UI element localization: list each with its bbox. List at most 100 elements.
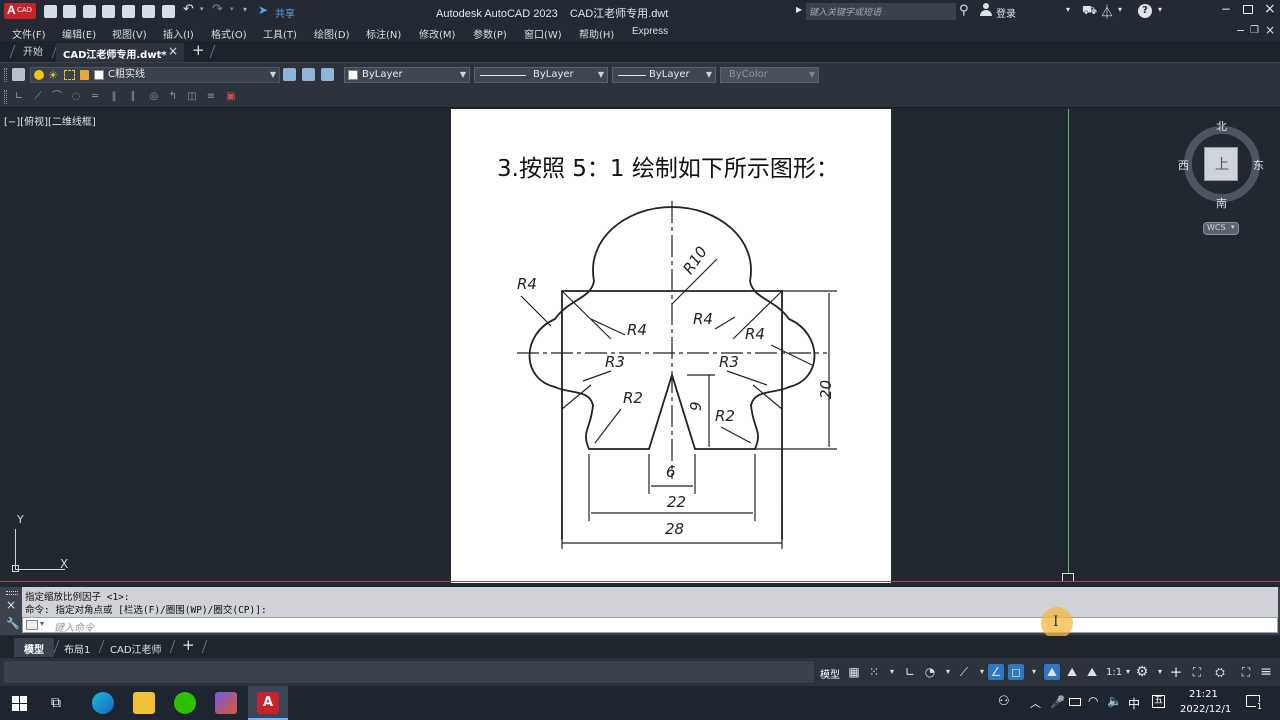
tab-layout1[interactable]: 布局1 — [64, 641, 90, 656]
workspace-gear-icon[interactable]: ⚙ — [1134, 664, 1150, 680]
plot-batch-icon[interactable] — [142, 5, 155, 18]
web-mobile-icon[interactable] — [122, 5, 135, 18]
layer-previous-icon[interactable] — [321, 68, 334, 81]
object-snap-icon[interactable]: ◻ — [1008, 664, 1024, 680]
doc-restore-icon[interactable]: ❐ — [1250, 25, 1259, 36]
viewport-label[interactable]: [−][俯视][二维线框] — [4, 113, 96, 128]
tab-close-icon[interactable]: × — [168, 44, 178, 58]
snap-dropdown-icon[interactable]: ▾ — [884, 664, 900, 680]
lock-icon[interactable]: ▣ — [225, 91, 237, 103]
cart-icon[interactable]: ⛟ — [1082, 3, 1097, 19]
snap-mode-icon[interactable]: ⁙ — [866, 664, 882, 680]
grid-icon[interactable]: ▦ — [846, 664, 862, 680]
command-input[interactable]: ▾ 键入命令 — [22, 617, 1278, 634]
autocad-taskbar-button[interactable]: A — [248, 686, 288, 720]
menu-format[interactable]: 格式(O) — [211, 26, 247, 41]
isodraft-icon[interactable]: ⟋ — [956, 664, 972, 680]
viewcube[interactable]: 上 北 南 西 东 — [1178, 118, 1264, 210]
clock-date[interactable]: 2022/12/1 — [1180, 704, 1231, 715]
compass-west[interactable]: 西 — [1178, 157, 1189, 173]
layer-dropdown[interactable]: ☀ C粗实线 ▼ — [30, 67, 280, 83]
user-icon[interactable] — [980, 3, 992, 16]
login-dropdown-icon[interactable]: ▾ — [1066, 5, 1070, 14]
tab-document[interactable]: CAD江老师专用.dwt* × — [56, 43, 184, 62]
volume-icon[interactable]: 🔈 — [1107, 694, 1122, 708]
layer-match-icon[interactable] — [302, 68, 315, 81]
units-icon[interactable]: ⛶ — [1189, 664, 1205, 680]
microphone-icon[interactable]: 🎤 — [1050, 695, 1065, 709]
wcs-menu[interactable]: WCS ▾ — [1203, 222, 1239, 235]
layer-properties-icon[interactable] — [12, 68, 25, 81]
object-snap-dropdown-icon[interactable]: ▾ — [1026, 664, 1042, 680]
save-as-icon[interactable] — [102, 5, 115, 18]
model-space-button[interactable]: 模型 — [820, 666, 840, 681]
polar-dropdown-icon[interactable]: ▾ — [940, 664, 956, 680]
parallel-icon[interactable]: ∥ — [127, 91, 139, 103]
new-tab-button[interactable]: + — [192, 41, 205, 59]
print-icon[interactable] — [162, 5, 175, 18]
clock-time[interactable]: 21:21 — [1189, 689, 1218, 700]
menu-window[interactable]: 窗口(W) — [524, 26, 562, 41]
tray-expand-icon[interactable]: ︿ — [1030, 695, 1041, 711]
save-icon[interactable] — [83, 5, 96, 18]
windows-start-icon[interactable] — [12, 696, 27, 711]
autodesk-app-icon[interactable]: ⏃ — [1100, 2, 1114, 22]
undo-icon[interactable]: ↶ — [183, 2, 194, 17]
help-icon[interactable]: ? — [1138, 4, 1152, 18]
annotation-monitor-icon[interactable]: + — [1168, 664, 1184, 680]
menu-draw[interactable]: 绘图(D) — [314, 26, 350, 41]
customize-status-icon[interactable]: ≡ — [1258, 664, 1274, 680]
annotation-visibility-icon[interactable]: ⛰ — [1044, 664, 1060, 680]
command-close-icon[interactable]: × — [6, 598, 16, 612]
object-snap-tracking-icon[interactable]: ∠ — [988, 664, 1004, 680]
search-input[interactable]: 键入关键字或短语 — [806, 3, 956, 20]
linetype-dropdown[interactable]: ByLayer ▼ — [474, 67, 608, 83]
menu-express[interactable]: Express — [632, 26, 668, 37]
help-dropdown-icon[interactable]: ▾ — [1158, 5, 1162, 14]
linear-dim-icon[interactable]: ∟ — [13, 91, 25, 103]
maximize-icon[interactable] — [1243, 5, 1253, 14]
battery-icon[interactable] — [1069, 698, 1081, 706]
minimize-icon[interactable]: − — [1221, 2, 1231, 16]
undo-dropdown-icon[interactable]: ▾ — [200, 5, 204, 13]
menu-tools[interactable]: 工具(T) — [263, 26, 297, 41]
annotation-scale-icon[interactable]: ⛰ — [1084, 664, 1100, 680]
redo-icon[interactable]: ↷ — [212, 2, 223, 17]
menu-dimension[interactable]: 标注(N) — [366, 26, 401, 41]
ortho-icon[interactable]: ∟ — [902, 664, 918, 680]
close-icon[interactable]: × — [1264, 1, 1276, 17]
open-file-icon[interactable] — [63, 5, 76, 18]
command-recent-icon[interactable] — [26, 620, 38, 630]
auto-scale-icon[interactable]: ⛰ — [1064, 664, 1080, 680]
file-explorer-icon[interactable] — [133, 692, 155, 714]
menu-file[interactable]: 文件(F) — [12, 26, 46, 41]
compass-north[interactable]: 北 — [1216, 118, 1227, 134]
ordinate-icon[interactable]: ◌ — [70, 91, 82, 103]
share-label[interactable]: 共享 — [275, 5, 295, 20]
color-dropdown[interactable]: ByLayer ▼ — [344, 67, 470, 83]
arc-length-icon[interactable]: ⌒ — [51, 91, 63, 103]
continue-icon[interactable]: ‖ — [108, 91, 120, 103]
drawing-canvas[interactable]: [−][俯视][二维线框] 3.按照 5：1 绘制如下所示图形： R4 R10 … — [0, 109, 1280, 587]
task-view-icon[interactable]: ⧉ — [51, 695, 61, 711]
reference-image[interactable]: 3.按照 5：1 绘制如下所示图形： R4 R10 R4 R4 R4 R3 R3… — [451, 109, 891, 583]
wechat-icon[interactable] — [174, 692, 196, 714]
tab-start[interactable]: 开始 — [15, 43, 51, 62]
isolate-objects-icon[interactable]: ⛭ — [1212, 664, 1228, 680]
compass-east[interactable]: 东 — [1253, 157, 1264, 173]
ime-language[interactable]: 中 — [1128, 695, 1140, 712]
menu-insert[interactable]: 插入(I) — [163, 26, 194, 41]
app-dropdown-icon[interactable]: ▾ — [1118, 5, 1122, 14]
menu-help[interactable]: 帮助(H) — [579, 26, 614, 41]
insert-icon[interactable]: ≡ — [205, 91, 217, 103]
search-expand-icon[interactable]: ▶ — [796, 5, 802, 14]
wifi-icon[interactable]: ◠ — [1088, 694, 1098, 708]
menu-view[interactable]: 视图(V) — [112, 26, 147, 41]
polar-icon[interactable]: ◔ — [922, 664, 938, 680]
photos-app-icon[interactable] — [215, 692, 237, 714]
share-icon[interactable]: ➤ — [258, 3, 268, 17]
add-layout-button[interactable]: + — [182, 636, 195, 654]
aligned-dim-icon[interactable]: ⟋ — [32, 91, 44, 103]
doc-close-icon[interactable]: × — [1265, 23, 1275, 37]
people-icon[interactable]: ⚇ — [998, 694, 1010, 709]
